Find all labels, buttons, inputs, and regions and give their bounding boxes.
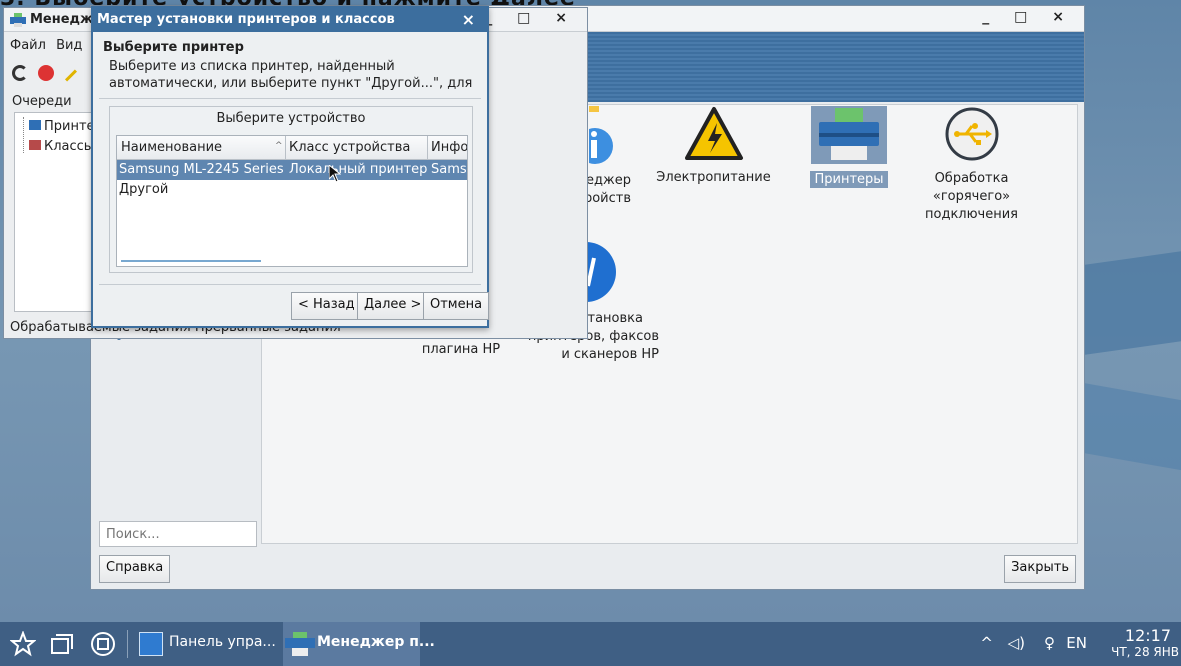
stop-icon[interactable] <box>38 65 55 81</box>
column-name[interactable]: Наименование <box>121 140 222 155</box>
info-icon <box>1046 106 1086 166</box>
printer-icon-bg <box>811 106 887 164</box>
start-menu-icon[interactable] <box>10 631 36 657</box>
printer-icon <box>819 108 879 160</box>
files-icon[interactable] <box>90 631 116 657</box>
applet-label: подключения <box>925 207 1018 222</box>
desktop-decoration <box>1080 382 1181 488</box>
lightning-icon <box>684 107 743 160</box>
column-info[interactable]: Информация <box>431 140 467 155</box>
group-title: Выберите устройство <box>216 111 366 126</box>
search-input[interactable] <box>99 521 257 547</box>
applet-label: «горячего» <box>932 189 1011 204</box>
network-icon[interactable]: ♀ <box>1044 634 1055 652</box>
column-divider <box>285 136 286 160</box>
window-controls[interactable]: _ □ × <box>982 9 1074 25</box>
tree-label: Классы <box>44 139 95 154</box>
wizard-titlebar[interactable]: Мастер установки принтеров и классов × <box>93 8 487 32</box>
column-divider <box>427 136 428 160</box>
horizontal-scrollbar[interactable] <box>121 260 261 262</box>
device-group: Выберите устройство Наименование ^ Класс… <box>109 106 473 273</box>
sort-ascending-icon: ^ <box>275 141 283 151</box>
tree-item-classes[interactable]: Классы <box>29 139 94 154</box>
applet-label: Обработка <box>934 171 1009 186</box>
clock-time[interactable]: 12:17 <box>1125 626 1171 645</box>
wand-icon[interactable] <box>65 69 78 82</box>
taskbar-item-control-panel[interactable]: Панель упра... <box>135 622 276 666</box>
class-icon <box>29 140 41 150</box>
menu-view[interactable]: Вид <box>56 38 82 53</box>
cell-name: Samsung ML-2245 Series <box>119 162 284 177</box>
cell-class: Локальный принтер <box>289 162 428 177</box>
info-icon <box>589 106 613 164</box>
printer-wizard-dialog: Мастер установки принтеров и классов × В… <box>91 6 490 328</box>
taskbar-item-printer-manager[interactable]: Менеджер п... <box>283 622 435 666</box>
cell-name: Другой <box>119 182 169 197</box>
table-row[interactable]: Другой <box>117 180 467 200</box>
queues-label: Очереди <box>12 94 72 109</box>
separator <box>99 98 481 99</box>
menu-bar: Файл Вид <box>10 38 82 53</box>
taskbar: Панель упра... Менеджер п... ^ ◁) ♀ EN 1… <box>0 622 1181 666</box>
applet-label: плагина HP <box>421 342 501 357</box>
refresh-icon[interactable] <box>12 65 28 81</box>
taskbar-label: Панель упра... <box>169 634 276 650</box>
toolbar <box>10 62 78 86</box>
cancel-button[interactable]: Отмена <box>423 292 490 320</box>
applet-hp-plugin[interactable]: плагина HP <box>406 342 516 357</box>
wizard-title: Мастер установки принтеров и классов <box>97 12 395 27</box>
tree-line <box>23 117 24 153</box>
language-indicator[interactable]: EN <box>1066 634 1087 652</box>
windows-icon[interactable] <box>50 633 74 655</box>
applet-hotplug[interactable]: Обработка «горячего» подключения <box>909 106 1034 224</box>
chevron-up-icon[interactable]: ^ <box>980 634 993 652</box>
close-icon[interactable]: × <box>462 10 475 29</box>
close-button[interactable]: Закрыть <box>1004 555 1076 583</box>
column-class[interactable]: Класс устройства <box>289 140 410 155</box>
usb-icon <box>945 107 998 161</box>
wizard-heading: Выберите принтер <box>103 40 244 55</box>
applet-power[interactable]: Электропитание <box>656 106 771 185</box>
cell-info: Samsung <box>431 162 467 177</box>
applet-label: и сканеров HP <box>561 347 659 362</box>
help-button[interactable]: Справка <box>99 555 171 583</box>
printer-tree: Принтеры Классы <box>14 112 113 312</box>
device-table: Наименование ^ Класс устройства Информац… <box>116 135 468 267</box>
taskbar-label: Менеджер п... <box>317 634 435 650</box>
taskbar-divider <box>127 630 128 658</box>
control-panel-icon <box>139 632 163 656</box>
applet-label: Принтеры <box>810 171 888 188</box>
applet-label: Электропитание <box>656 170 771 185</box>
printer-icon <box>285 632 315 656</box>
printer-icon <box>10 13 26 27</box>
table-row[interactable]: Samsung ML-2245 Series Локальный принтер… <box>117 160 467 180</box>
clock-date[interactable]: ЧТ, 28 ЯНВ <box>1111 645 1179 659</box>
back-button[interactable]: < Назад <box>291 292 362 320</box>
window-controls[interactable]: _ □ × <box>485 10 577 26</box>
volume-icon[interactable]: ◁) <box>1008 634 1025 652</box>
menu-file[interactable]: Файл <box>10 38 46 53</box>
wizard-description: Выберите из списка принтер, найденный ав… <box>109 59 473 91</box>
separator <box>99 284 481 285</box>
table-header: Наименование ^ Класс устройства Информац… <box>117 136 467 160</box>
applet-printers[interactable]: Принтеры <box>809 106 889 188</box>
next-button[interactable]: Далее > <box>357 292 429 320</box>
printer-icon <box>29 120 41 130</box>
mouse-cursor-icon <box>329 165 341 183</box>
